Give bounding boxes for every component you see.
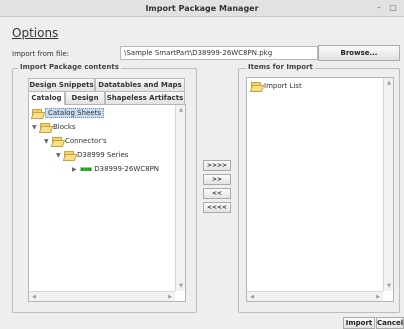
scroll-up-icon[interactable]: ▲ (384, 78, 394, 88)
folder-open-icon (32, 109, 42, 116)
catalog-tree: Catalog Sheets ▼ Blocks ▼ Connector's ▼ D38… (32, 107, 159, 175)
tab-shapeless-artifacts[interactable]: Shapeless Artifacts (105, 91, 185, 104)
minimize-icon[interactable]: – (374, 3, 384, 13)
add-all-button[interactable]: >>>> (203, 160, 231, 171)
import-list-tree: Import List (251, 80, 302, 92)
import-file-path-field[interactable]: \Sample SmartPart\D38999-26WC8PN.pkg (120, 46, 318, 60)
tree-item-blocks[interactable]: ▼ Blocks (32, 121, 159, 133)
horizontal-scrollbar[interactable]: ◀ ▶ (29, 291, 175, 301)
tab-catalog[interactable]: Catalog (28, 91, 65, 105)
horizontal-scrollbar[interactable]: ◀ ▶ (247, 291, 383, 301)
folder-open-icon (52, 137, 62, 144)
folder-open-icon (64, 151, 74, 158)
cancel-button[interactable]: Cancel (376, 317, 404, 329)
import-list-panel[interactable]: Import List ▲ ▼ ◀ ▶ (246, 77, 394, 302)
tree-item-label: Blocks (53, 123, 76, 131)
browse-button[interactable]: Browse... (318, 45, 400, 61)
tree-item-d38999-26wc8pn[interactable]: ▶ ▪▪▪ D38999-26WC8PN (32, 163, 159, 175)
catalog-tree-panel[interactable]: Catalog Sheets ▼ Blocks ▼ Connector's ▼ D38… (28, 104, 186, 302)
tree-item-label: Catalog Sheets (45, 108, 104, 118)
options-heading: Options (12, 26, 59, 40)
window-title: Import Package Manager (145, 4, 259, 13)
scroll-left-icon[interactable]: ◀ (29, 292, 39, 302)
remove-all-button[interactable]: <<<< (203, 202, 231, 213)
tree-item-import-list[interactable]: Import List (251, 80, 302, 92)
connector-part-icon: ▪▪▪ (80, 165, 92, 173)
tab-datatables-and-maps[interactable]: Datatables and Maps (95, 78, 185, 91)
tree-item-label: Connector's (65, 137, 107, 145)
maximize-icon[interactable]: □ (388, 3, 398, 13)
tree-item-label: D38999-26WC8PN (94, 165, 160, 173)
tree-item-label: D38999 Series (77, 151, 129, 159)
scroll-left-icon[interactable]: ◀ (247, 292, 257, 302)
scroll-right-icon[interactable]: ▶ (373, 292, 383, 302)
scroll-down-icon[interactable]: ▼ (384, 281, 394, 291)
folder-open-icon (40, 123, 50, 130)
tree-item-catalog-sheets[interactable]: Catalog Sheets (32, 107, 159, 119)
tree-item-connectors[interactable]: ▼ Connector's (32, 135, 159, 147)
import-button[interactable]: Import (343, 317, 375, 329)
tab-design-snippets[interactable]: Design Snippets (28, 78, 95, 91)
items-for-import-title: Items for Import (246, 63, 315, 71)
tab-design[interactable]: Design (65, 91, 105, 104)
folder-open-icon (251, 82, 261, 89)
vertical-scrollbar[interactable]: ▲ ▼ (175, 105, 185, 291)
collapsed-arrow-icon[interactable]: ▶ (72, 164, 80, 176)
tree-item-label: Import List (264, 82, 302, 90)
scroll-right-icon[interactable]: ▶ (165, 292, 175, 302)
add-selected-button[interactable]: >> (203, 174, 231, 185)
scroll-down-icon[interactable]: ▼ (176, 281, 186, 291)
tree-item-d38999-series[interactable]: ▼ D38999 Series (32, 149, 159, 161)
vertical-scrollbar[interactable]: ▲ ▼ (383, 78, 393, 291)
import-from-file-label: Import from file: (12, 50, 69, 58)
scroll-up-icon[interactable]: ▲ (176, 105, 186, 115)
import-package-contents-title: Import Package contents (18, 63, 121, 71)
remove-selected-button[interactable]: << (203, 188, 231, 199)
